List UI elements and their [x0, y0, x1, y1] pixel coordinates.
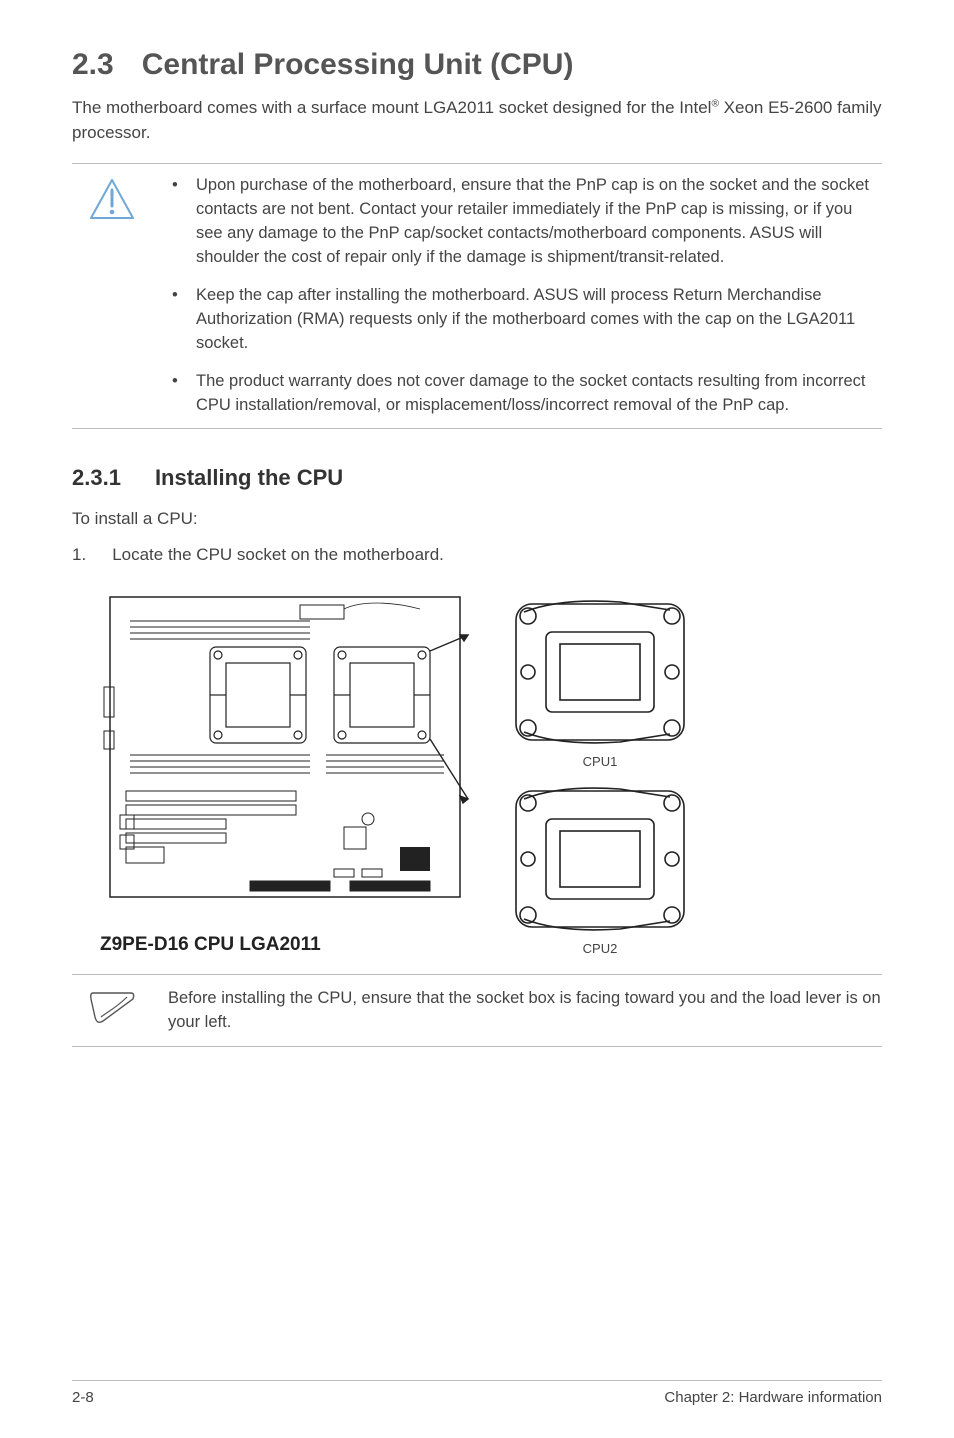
socket-detail-cpu2: CPU2 — [500, 779, 700, 956]
cpu1-label: CPU1 — [583, 754, 618, 769]
note-callout: Before installing the CPU, ensure that t… — [72, 974, 882, 1048]
warning-item: Keep the cap after installing the mother… — [166, 284, 882, 356]
chapter-label: Chapter 2: Hardware information — [664, 1389, 882, 1406]
note-text: Before installing the CPU, ensure that t… — [168, 987, 882, 1035]
step-intro: To install a CPU: — [72, 509, 882, 529]
page-footer: 2-8 Chapter 2: Hardware information — [72, 1380, 882, 1406]
subsection-heading: 2.3.1 Installing the CPU — [72, 465, 882, 491]
warning-list: Upon purchase of the motherboard, ensure… — [166, 174, 882, 417]
section-title-text: Central Processing Unit (CPU) — [142, 48, 574, 81]
cpu2-label: CPU2 — [583, 941, 618, 956]
section-number: 2.3 — [72, 48, 114, 82]
step-item: 1. Locate the CPU socket on the motherbo… — [72, 545, 882, 565]
warning-icon — [72, 174, 152, 417]
intro-paragraph: The motherboard comes with a surface mou… — [72, 96, 882, 145]
subsection-number: 2.3.1 — [72, 465, 121, 491]
note-icon — [72, 987, 152, 1035]
step-text: Locate the CPU socket on the motherboard… — [112, 545, 444, 565]
warning-item: The product warranty does not cover dama… — [166, 370, 882, 418]
registered-mark: ® — [711, 98, 719, 109]
socket-detail-cpu1: CPU1 — [500, 592, 700, 769]
socket-detail-column: CPU1 CPU2 — [500, 592, 700, 956]
cpu-socket-figure: Z9PE-D16 CPU LGA2011 CPU1 — [72, 591, 882, 956]
warning-item: Upon purchase of the motherboard, ensure… — [166, 174, 882, 270]
step-list: 1. Locate the CPU socket on the motherbo… — [72, 545, 882, 565]
page-number: 2-8 — [72, 1389, 94, 1406]
subsection-title: Installing the CPU — [155, 465, 343, 490]
warning-callout: Upon purchase of the motherboard, ensure… — [72, 163, 882, 428]
section-heading: 2.3 Central Processing Unit (CPU) — [72, 48, 882, 82]
intro-text-1: The motherboard comes with a surface mou… — [72, 98, 711, 117]
step-number: 1. — [72, 545, 86, 565]
figure-caption: Z9PE-D16 CPU LGA2011 — [100, 934, 470, 956]
motherboard-diagram: Z9PE-D16 CPU LGA2011 — [100, 591, 470, 956]
